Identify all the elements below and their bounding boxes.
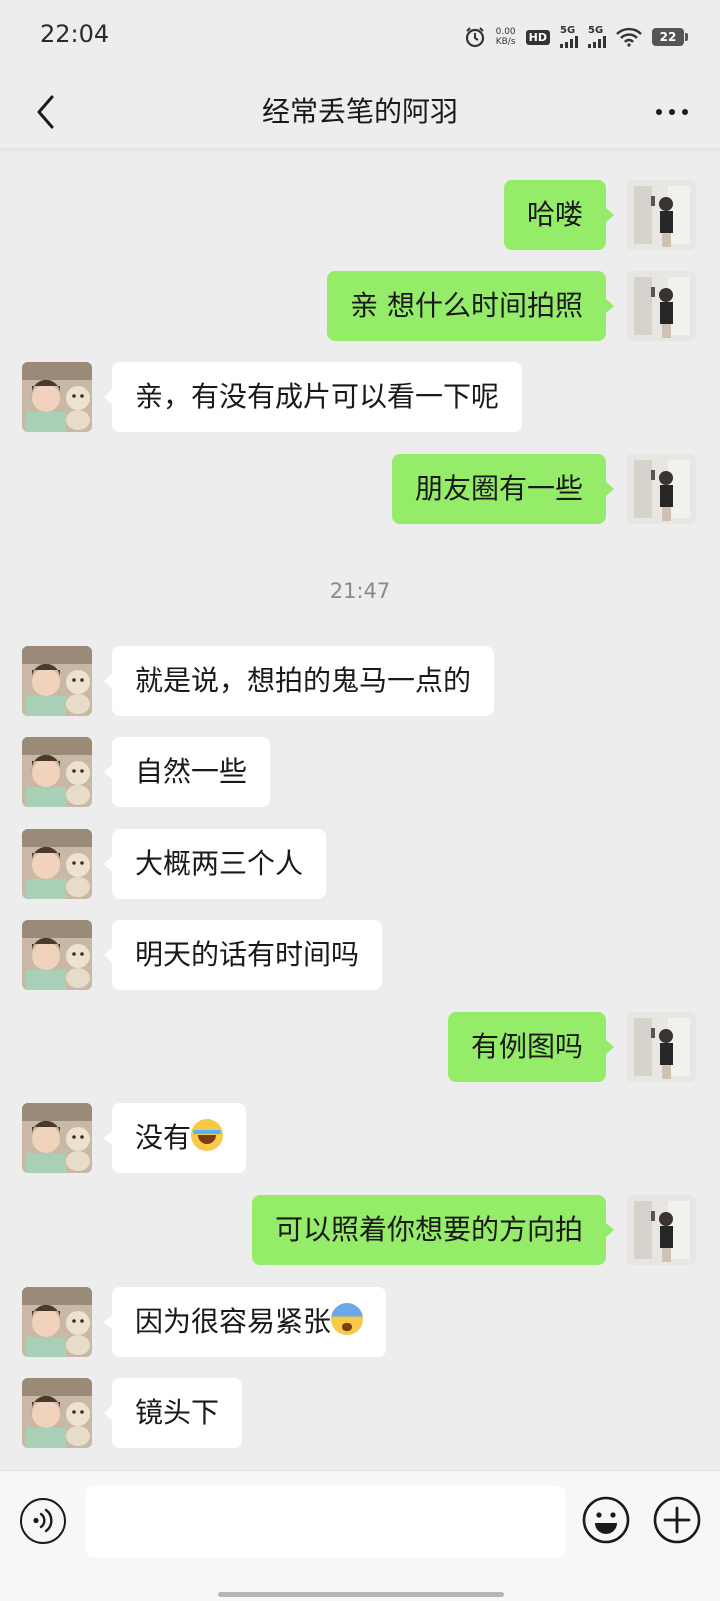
battery-icon: 22 bbox=[652, 28, 688, 46]
contact-avatar[interactable] bbox=[22, 1103, 92, 1173]
sim2-label: 5G bbox=[588, 25, 604, 36]
my-avatar[interactable] bbox=[626, 271, 696, 341]
message-row-outgoing: 朋友圈有一些 bbox=[0, 454, 720, 524]
voice-button[interactable] bbox=[20, 1498, 66, 1544]
status-icons: 0.00 KB/s HD 5G 5G 22 bbox=[464, 22, 688, 52]
contact-avatar[interactable] bbox=[22, 829, 92, 899]
contact-avatar[interactable] bbox=[22, 1287, 92, 1357]
message-bubble-incoming[interactable]: 明天的话有时间吗 bbox=[103, 920, 383, 990]
chat-header: 经常丢笔的阿羽 bbox=[0, 76, 720, 148]
more-icon[interactable] bbox=[650, 90, 694, 134]
message-row-outgoing: 哈喽 bbox=[0, 180, 720, 250]
message-row-incoming: 就是说，想拍的鬼马一点的 bbox=[0, 646, 720, 716]
message-bubble-outgoing[interactable]: 亲 想什么时间拍照 bbox=[327, 271, 614, 341]
message-bubble-incoming[interactable]: 自然一些 bbox=[103, 737, 271, 807]
contact-avatar[interactable] bbox=[22, 362, 92, 432]
net-speed-unit: KB/s bbox=[495, 37, 516, 47]
message-bubble-incoming[interactable]: 大概两三个人 bbox=[103, 829, 327, 899]
header-divider bbox=[0, 148, 720, 154]
status-bar: 22:04 0.00 KB/s HD 5G 5G 22 bbox=[0, 0, 720, 76]
message-row-outgoing: 有例图吗 bbox=[0, 1012, 720, 1082]
plus-icon[interactable] bbox=[652, 1495, 702, 1545]
message-text: 没有 bbox=[135, 1121, 192, 1154]
wifi-icon bbox=[616, 27, 642, 47]
message-row-incoming: 自然一些 bbox=[0, 737, 720, 807]
contact-avatar[interactable] bbox=[22, 920, 92, 990]
status-time: 22:04 bbox=[40, 20, 110, 48]
sim1-label: 5G bbox=[560, 25, 576, 36]
net-speed-value: 0.00 bbox=[495, 27, 516, 37]
message-bubble-incoming[interactable]: 没有 bbox=[103, 1103, 247, 1173]
message-bubble-incoming[interactable]: 亲，有没有成片可以看一下呢 bbox=[103, 362, 523, 432]
message-bubble-outgoing[interactable]: 哈喽 bbox=[503, 180, 615, 250]
message-bubble-outgoing[interactable]: 朋友圈有一些 bbox=[391, 454, 615, 524]
message-row-incoming: 亲，有没有成片可以看一下呢 bbox=[0, 362, 720, 432]
contact-avatar[interactable] bbox=[22, 646, 92, 716]
contact-avatar[interactable] bbox=[22, 1378, 92, 1448]
message-bubble-outgoing[interactable]: 有例图吗 bbox=[447, 1012, 615, 1082]
my-avatar[interactable] bbox=[626, 1012, 696, 1082]
signal-icon-sim2: 5G bbox=[588, 26, 606, 48]
message-input[interactable] bbox=[86, 1486, 566, 1558]
time-divider: 21:47 bbox=[329, 579, 391, 603]
message-row-incoming: 镜头下 bbox=[0, 1378, 720, 1448]
message-bubble-outgoing[interactable]: 可以照着你想要的方向拍 bbox=[251, 1195, 615, 1265]
net-speed: 0.00 KB/s bbox=[496, 27, 516, 47]
message-bubble-incoming[interactable]: 因为很容易紧张 bbox=[103, 1287, 387, 1357]
voice-icon bbox=[33, 1508, 53, 1533]
input-bar bbox=[0, 1470, 720, 1601]
alarm-icon bbox=[465, 27, 484, 48]
signal-icon-sim1: 5G bbox=[560, 26, 578, 48]
message-bubble-incoming[interactable]: 就是说，想拍的鬼马一点的 bbox=[103, 646, 495, 716]
hd-icon: HD bbox=[525, 29, 550, 45]
my-avatar[interactable] bbox=[626, 454, 696, 524]
message-row-incoming: 明天的话有时间吗 bbox=[0, 920, 720, 990]
message-row-outgoing: 可以照着你想要的方向拍 bbox=[0, 1195, 720, 1265]
message-row-incoming: 因为很容易紧张 bbox=[0, 1287, 720, 1357]
chat-title: 经常丢笔的阿羽 bbox=[261, 95, 458, 128]
fearful-face-emoji bbox=[331, 1303, 364, 1335]
face-with-tears-of-joy-emoji bbox=[191, 1119, 224, 1151]
home-indicator[interactable] bbox=[218, 1592, 504, 1597]
message-row-incoming: 没有 bbox=[0, 1103, 720, 1173]
message-bubble-incoming[interactable]: 镜头下 bbox=[103, 1378, 243, 1448]
contact-avatar[interactable] bbox=[22, 737, 92, 807]
my-avatar[interactable] bbox=[626, 1195, 696, 1265]
emoji-icon[interactable] bbox=[581, 1495, 631, 1545]
my-avatar[interactable] bbox=[626, 180, 696, 250]
message-row-incoming: 大概两三个人 bbox=[0, 829, 720, 899]
message-row-outgoing: 亲 想什么时间拍照 bbox=[0, 271, 720, 341]
message-text: 因为很容易紧张 bbox=[135, 1305, 332, 1338]
